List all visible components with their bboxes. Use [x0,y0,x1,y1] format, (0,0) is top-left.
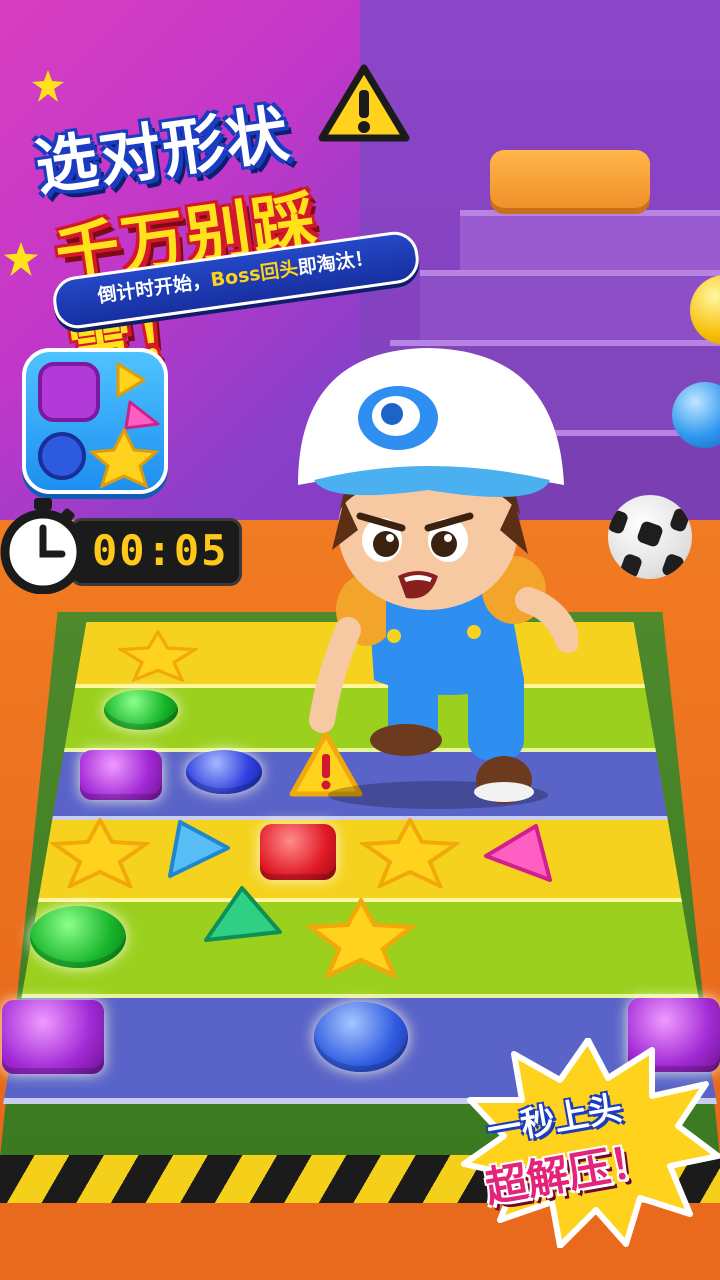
game-scene: 选对形状 千万别踩雷！ 倒计时开始，Boss回头即淘汰！ 00:05 一秒上头 … [0,0,720,1280]
star-piece[interactable] [50,818,150,888]
warning-icon [318,64,410,142]
subtitle-highlight: Boss回头 [209,257,300,292]
sparkle-icon [32,70,64,102]
circle-piece[interactable] [104,690,178,730]
circle-piece[interactable] [30,906,126,968]
circle-piece[interactable] [186,750,262,794]
star-piece[interactable] [118,630,198,682]
star-piece[interactable] [306,898,416,978]
orange-cushion [490,150,650,208]
shapes-icon [38,362,160,489]
star-piece[interactable] [360,818,460,888]
soccer-ball [608,495,692,579]
stopwatch-icon [0,498,86,594]
circle-piece[interactable] [314,1002,408,1072]
triangle-piece[interactable] [480,822,556,884]
shape-puzzle-app-icon[interactable] [22,348,168,494]
subtitle-text-end: 即淘汰！ [296,246,375,280]
triangle-piece[interactable] [160,818,232,880]
countdown-timer: 00:05 [92,526,229,575]
triangle-piece[interactable] [200,884,284,946]
square-piece[interactable] [80,750,162,800]
subtitle-text: 倒计时开始， [96,269,213,308]
sparkle-icon [4,242,38,276]
square-piece[interactable] [2,1000,104,1074]
square-piece[interactable] [260,824,336,880]
boy-character [298,348,578,809]
